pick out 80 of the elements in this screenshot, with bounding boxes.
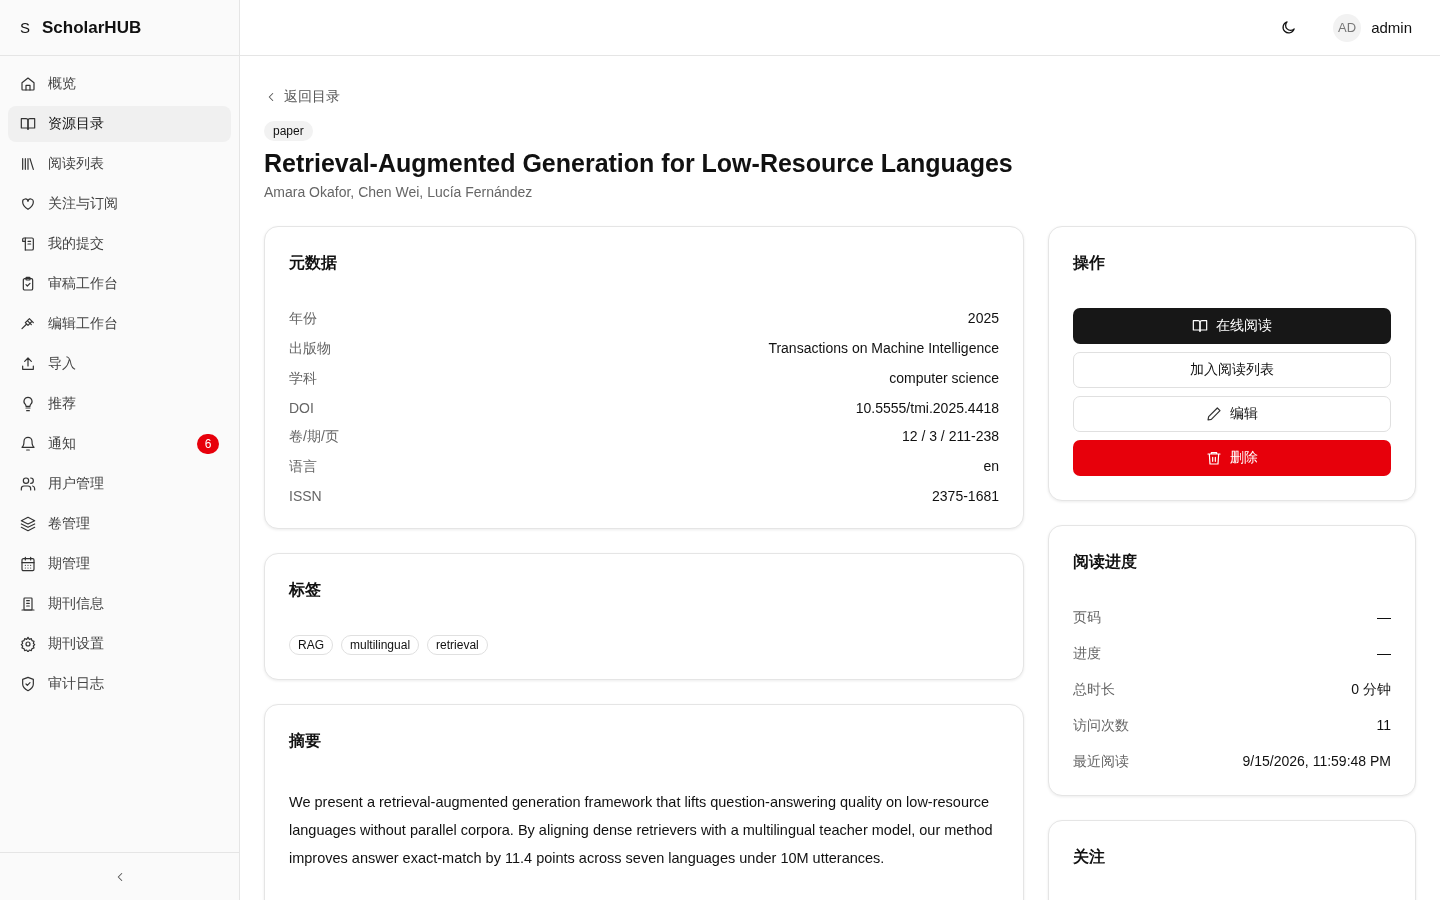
card-title: 元数据 bbox=[289, 253, 338, 273]
type-badge: paper bbox=[264, 121, 313, 141]
field-label: ISSN bbox=[289, 488, 322, 504]
sidebar-item[interactable]: 我的提交 bbox=[8, 226, 231, 262]
sidebar-item[interactable]: 阅读列表 bbox=[8, 146, 231, 182]
field-value: 0 分钟 bbox=[1351, 681, 1391, 699]
field-label: 语言 bbox=[289, 458, 317, 476]
building-icon bbox=[20, 596, 36, 612]
field-value: — bbox=[1377, 645, 1391, 663]
home-icon bbox=[20, 76, 36, 92]
book-icon bbox=[1192, 318, 1208, 334]
sidebar-item[interactable]: 关注与订阅 bbox=[8, 186, 231, 222]
heart-icon bbox=[20, 196, 36, 212]
pencil-icon bbox=[1206, 406, 1222, 422]
shield-check-icon bbox=[20, 676, 36, 692]
field-value: — bbox=[1377, 609, 1391, 627]
gear-icon bbox=[20, 636, 36, 652]
field-label: DOI bbox=[289, 400, 314, 416]
action-button[interactable]: 删除 bbox=[1073, 440, 1391, 476]
scroll-icon bbox=[20, 236, 36, 252]
field-label: 年份 bbox=[289, 310, 317, 328]
clipboard-check-icon bbox=[20, 276, 36, 292]
field-value: 9/15/2026, 11:59:48 PM bbox=[1242, 753, 1391, 771]
sidebar-item[interactable]: 期刊设置 bbox=[8, 626, 231, 662]
field-label: 出版物 bbox=[289, 340, 331, 358]
field-label: 总时长 bbox=[1073, 681, 1115, 699]
sidebar-item[interactable]: 编辑工作台 bbox=[8, 306, 231, 342]
field-label: 卷/期/页 bbox=[289, 428, 339, 446]
sidebar-item[interactable]: 推荐 bbox=[8, 386, 231, 422]
sidebar-item[interactable]: 期管理 bbox=[8, 546, 231, 582]
card-title: 关注 bbox=[1073, 847, 1106, 867]
trash-icon bbox=[1206, 450, 1222, 466]
sidebar-item[interactable]: 审计日志 bbox=[8, 666, 231, 702]
sidebar-item[interactable]: 资源目录 bbox=[8, 106, 231, 142]
card-title: 标签 bbox=[289, 580, 322, 600]
sidebar-item[interactable]: 通知 6 bbox=[8, 426, 231, 462]
field-value: 10.5555/tmi.2025.4418 bbox=[855, 400, 999, 416]
users-icon bbox=[20, 476, 36, 492]
card-title: 阅读进度 bbox=[1073, 552, 1138, 572]
gavel-icon bbox=[20, 316, 36, 332]
field-value: en bbox=[983, 458, 999, 476]
card-title: 摘要 bbox=[289, 731, 322, 751]
sidebar-item[interactable]: 期刊信息 bbox=[8, 586, 231, 622]
field-label: 学科 bbox=[289, 370, 317, 388]
field-value: 2375-1681 bbox=[932, 488, 999, 504]
book-icon bbox=[20, 116, 36, 132]
logo-mark: S bbox=[20, 19, 30, 36]
library-icon bbox=[20, 156, 36, 172]
field-label: 访问次数 bbox=[1073, 717, 1129, 735]
authors: Amara Okafor, Chen Wei, Lucía Fernández bbox=[264, 184, 534, 200]
sidebar-item[interactable]: 审稿工作台 bbox=[8, 266, 231, 302]
back-link[interactable]: 返回目录 bbox=[264, 88, 340, 106]
bell-icon bbox=[20, 436, 36, 452]
field-label: 最近阅读 bbox=[1073, 753, 1129, 771]
app-name: ScholarHUB bbox=[42, 17, 142, 38]
action-button[interactable]: 在线阅读 bbox=[1073, 308, 1391, 344]
field-value: 12 / 3 / 211-238 bbox=[901, 428, 999, 446]
card-title: 操作 bbox=[1073, 253, 1106, 273]
user-avatar[interactable]: AD bbox=[1333, 13, 1362, 42]
field-value: Transactions on Machine Intelligence bbox=[768, 340, 999, 358]
abstract-text: We present a retrieval-augmented generation framework that lifts question-answering quality on low-resource languages without parallel corpora. By aligning dense retrievers with a multilingual teacher model, our method improves answer exact-match by 11.4 points across seven languages under 10M utterances. bbox=[289, 793, 994, 868]
notification-count: 6 bbox=[197, 434, 219, 454]
field-label: 进度 bbox=[1073, 645, 1101, 663]
lightbulb-icon bbox=[20, 396, 36, 412]
field-value: 11 bbox=[1376, 717, 1391, 735]
action-button[interactable]: 加入阅读列表 bbox=[1073, 352, 1391, 388]
moon-icon bbox=[1280, 19, 1298, 36]
upload-icon bbox=[20, 356, 36, 372]
sidebar-item[interactable]: 用户管理 bbox=[8, 466, 231, 502]
field-value: 2025 bbox=[967, 310, 999, 328]
sidebar-item[interactable]: 概览 bbox=[8, 66, 231, 102]
layers-icon bbox=[20, 516, 36, 532]
sidebar-item[interactable]: 导入 bbox=[8, 346, 231, 382]
user-name[interactable]: admin bbox=[1371, 19, 1412, 36]
field-label: 页码 bbox=[1073, 609, 1101, 627]
sidebar-item[interactable]: 卷管理 bbox=[8, 506, 231, 542]
field-value: computer science bbox=[889, 370, 999, 388]
action-button[interactable]: 编辑 bbox=[1073, 396, 1391, 432]
paper-title: Retrieval-Augmented Generation for Low-Resource Languages bbox=[264, 149, 1014, 178]
calendar-icon bbox=[20, 556, 36, 572]
